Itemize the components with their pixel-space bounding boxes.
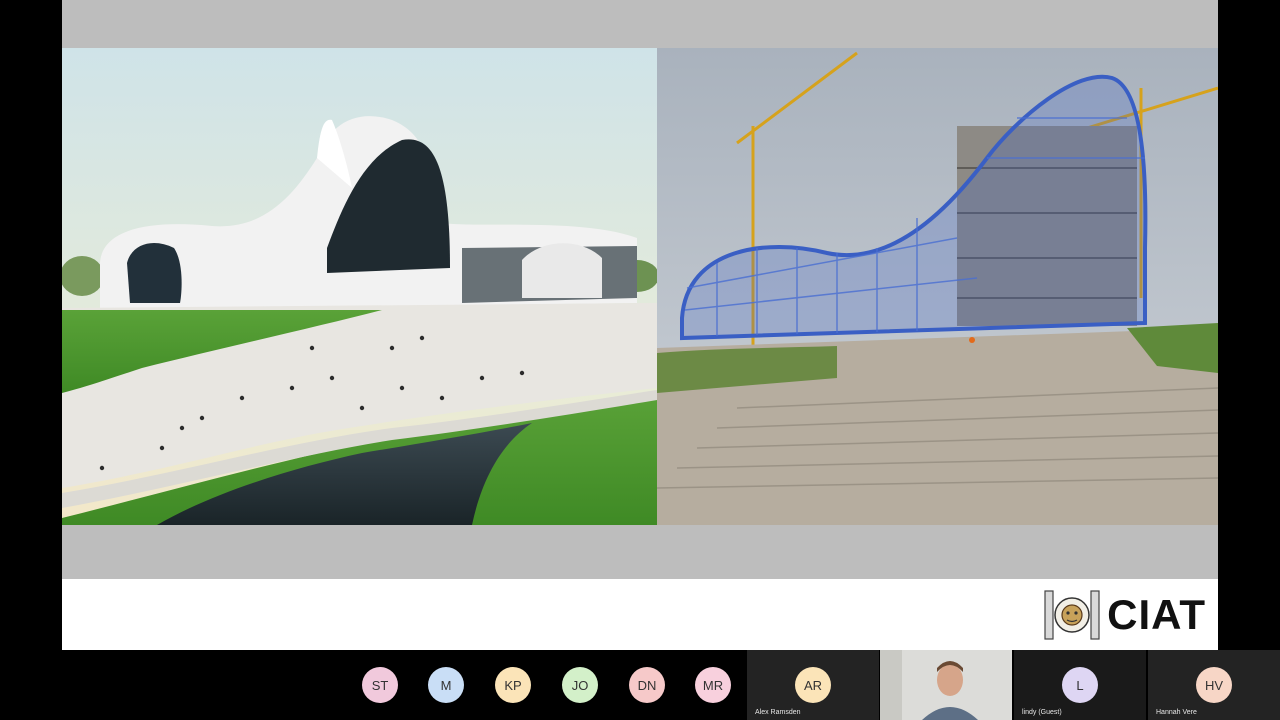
ciat-logo-text: CIAT [1107, 591, 1206, 638]
shared-slide: CIAT [62, 0, 1218, 650]
participant-name: Alex Ramsden [755, 709, 801, 716]
participant-avatar: JO [562, 667, 598, 703]
participant-avatar: M [428, 667, 464, 703]
participant-tile[interactable]: JO [547, 650, 613, 720]
participant-avatar: KP [495, 667, 531, 703]
participant-name: lindy (Guest) [1022, 709, 1062, 716]
construction-site-image [657, 48, 1218, 525]
participant-avatar: MR [695, 667, 731, 703]
slide-footer: CIAT [62, 579, 1218, 650]
participant-video-feed [880, 650, 1012, 720]
participant-tile[interactable]: M [413, 650, 479, 720]
building-rendering-image [62, 48, 657, 525]
participant-avatar: DN [629, 667, 665, 703]
right-photo [657, 48, 1218, 525]
participant-tile-hannah[interactable]: HV Hannah Vere [1148, 650, 1280, 720]
ciat-emblem-icon [1044, 590, 1100, 640]
participant-avatar: HV [1196, 667, 1232, 703]
participant-name: Hannah Vere [1156, 709, 1197, 716]
participant-avatar: ST [362, 667, 398, 703]
participant-tile[interactable]: DN [614, 650, 680, 720]
left-photo [62, 48, 657, 525]
participant-tile[interactable]: ST [347, 650, 413, 720]
ciat-logo: CIAT [1043, 587, 1206, 643]
participant-tile[interactable]: KP [480, 650, 546, 720]
participant-tile[interactable]: MR [680, 650, 746, 720]
participant-strip: ST M KP JO DN MR AR Alex Ramsden L lindy… [0, 650, 1280, 720]
participant-avatar: L [1062, 667, 1098, 703]
participant-tile-lindy[interactable]: L lindy (Guest) [1014, 650, 1146, 720]
participant-video-tile[interactable] [880, 650, 1012, 720]
participant-avatar: AR [795, 667, 831, 703]
participant-tile-alex[interactable]: AR Alex Ramsden [747, 650, 879, 720]
